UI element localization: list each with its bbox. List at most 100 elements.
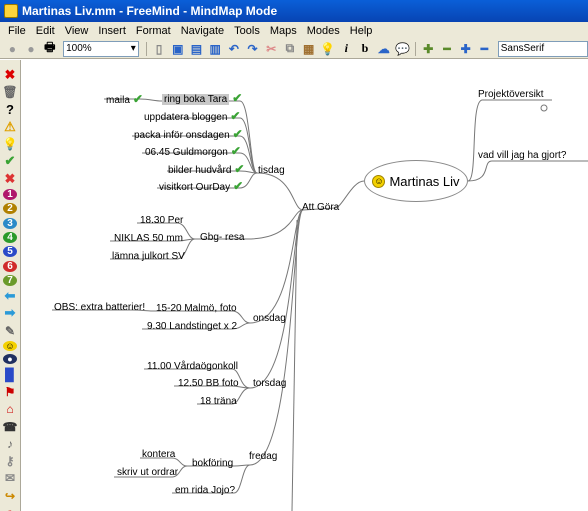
toolbar-separator bbox=[145, 41, 147, 56]
node-obs[interactable]: OBS: extra batterier! bbox=[54, 302, 145, 314]
new-map-icon[interactable]: ▯ bbox=[152, 41, 167, 57]
feather-icon[interactable]: ✒ bbox=[3, 506, 17, 511]
node-trana[interactable]: 18 träna bbox=[200, 396, 237, 408]
italic-icon[interactable]: i bbox=[339, 41, 354, 57]
smiley-icon: ☺ bbox=[372, 174, 386, 188]
forward-icon[interactable]: ● bbox=[24, 41, 39, 57]
node-torsdag[interactable]: torsdag bbox=[253, 378, 286, 390]
node-bilder-hudvard[interactable]: bilder hudvård ✔ bbox=[168, 163, 244, 177]
node-per[interactable]: 18.30 Per bbox=[140, 215, 183, 227]
menu-file[interactable]: File bbox=[3, 25, 31, 37]
node-niklas[interactable]: NIKLAS 50 mm bbox=[114, 233, 183, 245]
cross-icon[interactable]: ✖ bbox=[3, 171, 17, 186]
node-bokforing[interactable]: bokföring bbox=[192, 458, 233, 470]
attach-icon[interactable]: ↪ bbox=[3, 489, 17, 503]
idea-icon[interactable]: 💡 bbox=[320, 41, 335, 57]
priority-2-icon[interactable]: 2 bbox=[3, 203, 17, 215]
fold-indicator[interactable] bbox=[540, 104, 548, 112]
freemind-app-icon bbox=[4, 4, 18, 18]
menu-insert[interactable]: Insert bbox=[93, 25, 131, 37]
menu-edit[interactable]: Edit bbox=[31, 25, 60, 37]
pencil-icon[interactable]: ✎ bbox=[3, 324, 17, 338]
node-att-gora[interactable]: Att Göra bbox=[302, 202, 339, 214]
node-bb-foto[interactable]: 12.50 BB foto bbox=[178, 378, 239, 390]
node-maila[interactable]: maila ✔ bbox=[106, 93, 143, 107]
redo-icon[interactable]: ↷ bbox=[245, 41, 260, 57]
node-guldmorgon[interactable]: 06.45 Guldmorgon ✔ bbox=[145, 145, 241, 159]
node-skriv-ut-ordrar[interactable]: skriv ut ordrar bbox=[117, 467, 178, 479]
save-icon[interactable]: ▤ bbox=[189, 41, 204, 57]
zoom-out-icon[interactable]: ━ bbox=[440, 41, 455, 57]
undo-icon[interactable]: ↶ bbox=[227, 41, 242, 57]
menu-tools[interactable]: Tools bbox=[229, 25, 265, 37]
node-gbg-resa[interactable]: Gbg- resa bbox=[200, 232, 244, 244]
node-visitkort[interactable]: visitkort OurDay ✔ bbox=[159, 180, 243, 194]
window-title: Martinas Liv.mm - FreeMind - MindMap Mod… bbox=[22, 4, 278, 18]
menu-modes[interactable]: Modes bbox=[302, 25, 345, 37]
menu-view[interactable]: View bbox=[60, 25, 94, 37]
bold-icon[interactable]: b bbox=[358, 41, 373, 57]
cloud-icon[interactable]: ☁ bbox=[376, 41, 391, 57]
back-icon[interactable]: ● bbox=[5, 41, 20, 57]
node-label: visitkort OurDay bbox=[159, 182, 231, 193]
print-icon[interactable]: 🖶 bbox=[42, 40, 57, 57]
forward-arrow-icon[interactable]: ➡ bbox=[3, 305, 17, 320]
menu-navigate[interactable]: Navigate bbox=[176, 25, 229, 37]
copy-icon[interactable]: ⧉ bbox=[283, 41, 298, 57]
menu-maps[interactable]: Maps bbox=[265, 25, 302, 37]
phone-icon[interactable]: ☎ bbox=[3, 420, 18, 434]
zoom-in-icon[interactable]: ✚ bbox=[421, 41, 436, 57]
menu-help[interactable]: Help bbox=[345, 25, 378, 37]
key-icon[interactable]: ⚷ bbox=[3, 454, 17, 468]
node-em-rida-jojo[interactable]: em rida Jojo? bbox=[175, 485, 235, 497]
title-bar: Martinas Liv.mm - FreeMind - MindMap Mod… bbox=[0, 0, 588, 22]
remove-icon[interactable]: ✖ bbox=[3, 67, 17, 82]
back-arrow-icon[interactable]: ⬅ bbox=[3, 288, 17, 303]
open-icon[interactable]: ▣ bbox=[170, 41, 185, 57]
note-icon[interactable]: 💬 bbox=[395, 41, 410, 57]
node-label: 06.45 Guldmorgon bbox=[145, 147, 228, 158]
icon-toolbar: ✖ 🗑 ? ⚠ 💡 ✔ ✖ 1 2 3 4 5 6 7 ⬅ ➡ ✎ ☺ ● ▉ … bbox=[0, 60, 21, 511]
priority-5-icon[interactable]: 5 bbox=[3, 246, 17, 258]
node-uppdatera-bloggen[interactable]: uppdatera bloggen ✔ bbox=[144, 110, 240, 124]
node-ring-boka-tara[interactable]: ring boka Tara ✔ bbox=[162, 92, 242, 106]
font-select[interactable]: SansSerif bbox=[497, 40, 588, 57]
idea-bulb-icon[interactable]: 💡 bbox=[3, 137, 18, 151]
node-kontera[interactable]: kontera bbox=[142, 449, 175, 461]
smiley-icon[interactable]: ☺ bbox=[3, 341, 17, 352]
question-icon[interactable]: ? bbox=[3, 102, 17, 117]
mindmap-canvas[interactable]: ☺ Martinas Liv Projektöversikt vad vill … bbox=[22, 60, 588, 511]
checkmark-icon[interactable]: ✔ bbox=[3, 153, 17, 168]
node-fredag[interactable]: fredag bbox=[249, 451, 277, 463]
add-node-icon[interactable]: ✚ bbox=[458, 41, 473, 57]
cut-icon[interactable]: ✂ bbox=[264, 41, 279, 57]
priority-4-icon[interactable]: 4 bbox=[3, 231, 17, 243]
priority-7-icon[interactable]: 7 bbox=[3, 274, 17, 286]
paste-icon[interactable]: ▦ bbox=[301, 41, 316, 57]
priority-6-icon[interactable]: 6 bbox=[3, 260, 17, 272]
priority-3-icon[interactable]: 3 bbox=[3, 217, 17, 229]
node-onsdag[interactable]: onsdag bbox=[253, 313, 286, 325]
music-icon[interactable]: ♪ bbox=[3, 437, 17, 451]
node-malmo[interactable]: 15-20 Malmö, foto bbox=[156, 303, 237, 315]
node-packa[interactable]: packa inför onsdagen ✔ bbox=[134, 128, 243, 142]
flag-icon[interactable]: ⚑ bbox=[3, 385, 17, 399]
menu-format[interactable]: Format bbox=[131, 25, 176, 37]
node-tisdag[interactable]: tisdag bbox=[258, 165, 285, 177]
save-as-icon[interactable]: ▥ bbox=[208, 41, 223, 57]
warning-icon[interactable]: ⚠ bbox=[3, 119, 17, 134]
bomb-icon[interactable]: ● bbox=[3, 354, 17, 365]
node-projektoversikt[interactable]: Projektöversikt bbox=[478, 89, 544, 101]
node-landstinget[interactable]: 9.30 Landstinget x 2 bbox=[147, 321, 237, 333]
trash-icon[interactable]: 🗑 bbox=[2, 85, 17, 99]
remove-node-icon[interactable]: ━ bbox=[477, 41, 492, 57]
book-icon[interactable]: ▉ bbox=[3, 368, 17, 382]
node-vad-vill-jag[interactable]: vad vill jag ha gjort? bbox=[478, 150, 566, 162]
root-node[interactable]: ☺ Martinas Liv bbox=[364, 160, 468, 202]
home-icon[interactable]: ⌂ bbox=[3, 402, 17, 416]
node-vardaogonkoll[interactable]: 11.00 Vårdaögonkoll bbox=[147, 361, 238, 373]
priority-1-icon[interactable]: 1 bbox=[3, 189, 17, 201]
mail-icon[interactable]: ✉ bbox=[3, 471, 17, 485]
node-julkort[interactable]: lämna julkort SV bbox=[112, 251, 185, 263]
zoom-select[interactable]: 100% bbox=[63, 40, 139, 57]
